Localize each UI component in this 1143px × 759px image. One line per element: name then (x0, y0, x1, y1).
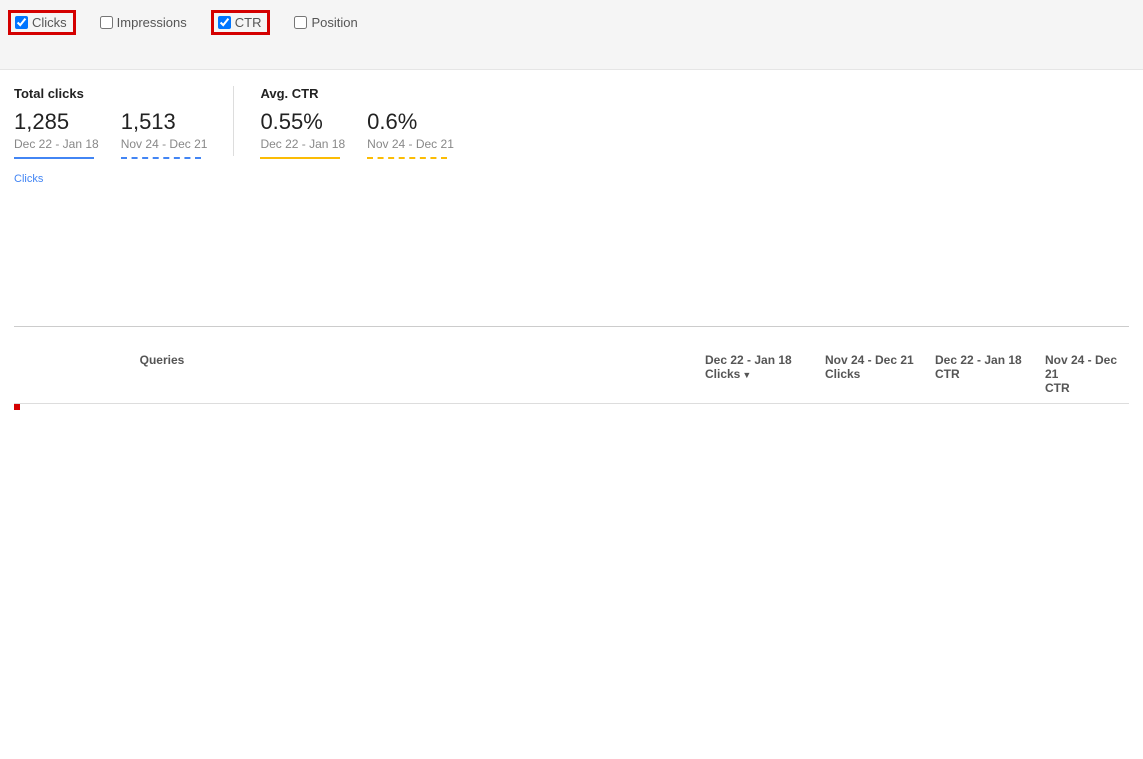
th-clicks-b[interactable]: Nov 24 - Dec 21 Clicks (819, 345, 929, 404)
metric-position-label: Position (311, 15, 357, 30)
scorecard-clicks-a: 1,285 Dec 22 - Jan 18 (14, 109, 99, 159)
score-separator (233, 86, 234, 156)
metric-impressions-label: Impressions (117, 15, 187, 30)
metric-clicks-checkbox[interactable] (15, 16, 28, 29)
metrics-row: Clicks Impressions CTR Position (14, 10, 1129, 45)
legend-line-solid-blue (14, 157, 94, 159)
metric-position[interactable]: Position (294, 15, 357, 30)
scorecard-ctr-b: 0.6% Nov 24 - Dec 21 (367, 109, 454, 159)
scorecard-clicks-b-date: Nov 24 - Dec 21 (121, 137, 208, 151)
metric-clicks-label: Clicks (32, 15, 67, 30)
scorecard-clicks-b: 1,513 Nov 24 - Dec 21 (121, 109, 208, 159)
metric-position-checkbox[interactable] (294, 16, 307, 29)
th-ctr-b[interactable]: Nov 24 - Dec 21 CTR (1039, 345, 1129, 404)
legend-line-dash-orange (367, 157, 447, 159)
top-filter-bar: Clicks Impressions CTR Position (0, 0, 1143, 70)
chart-title: Clicks (14, 173, 1129, 185)
th-queries[interactable]: Queries (134, 345, 699, 404)
scorecard-ctr-b-date: Nov 24 - Dec 21 (367, 137, 454, 151)
scorecards-row: Total clicks 1,285 Dec 22 - Jan 18 1,513… (14, 86, 1129, 159)
scorecard-ctr-b-value: 0.6% (367, 109, 454, 135)
th-index (14, 345, 134, 404)
metric-ctr[interactable]: CTR (211, 10, 271, 35)
chart-section: Clicks (14, 173, 1129, 327)
metric-clicks[interactable]: Clicks (8, 10, 76, 35)
scorecard-ctr-a-date: Dec 22 - Jan 18 (260, 137, 345, 151)
metric-ctr-checkbox[interactable] (218, 16, 231, 29)
sort-desc-icon (740, 367, 751, 381)
scorecard-ctr-title: Avg. CTR (260, 86, 453, 101)
queries-table-wrap: Queries Dec 22 - Jan 18 Clicks Nov 24 - … (14, 345, 1129, 404)
scorecard-clicks-a-date: Dec 22 - Jan 18 (14, 137, 99, 151)
legend-line-solid-orange (260, 157, 340, 159)
metric-ctr-label: CTR (235, 15, 262, 30)
th-ctr-a[interactable]: Dec 22 - Jan 18 CTR (929, 345, 1039, 404)
metric-impressions-checkbox[interactable] (100, 16, 113, 29)
scorecard-clicks: Total clicks 1,285 Dec 22 - Jan 18 1,513… (14, 86, 233, 159)
scorecard-ctr: Avg. CTR 0.55% Dec 22 - Jan 18 0.6% Nov … (260, 86, 479, 159)
scorecard-ctr-a-value: 0.55% (260, 109, 345, 135)
queries-table: Queries Dec 22 - Jan 18 Clicks Nov 24 - … (14, 345, 1129, 404)
th-clicks-a[interactable]: Dec 22 - Jan 18 Clicks (699, 345, 819, 404)
chart-svg (36, 187, 1129, 326)
chart-area[interactable] (14, 187, 1129, 327)
scorecard-clicks-title: Total clicks (14, 86, 207, 101)
ctr-columns-highlight (14, 404, 20, 410)
filters-row (14, 45, 1129, 69)
legend-line-dash-blue (121, 157, 201, 159)
scorecard-clicks-b-value: 1,513 (121, 109, 208, 135)
metric-impressions[interactable]: Impressions (100, 15, 187, 30)
scorecard-ctr-a: 0.55% Dec 22 - Jan 18 (260, 109, 345, 159)
scorecard-clicks-a-value: 1,285 (14, 109, 99, 135)
